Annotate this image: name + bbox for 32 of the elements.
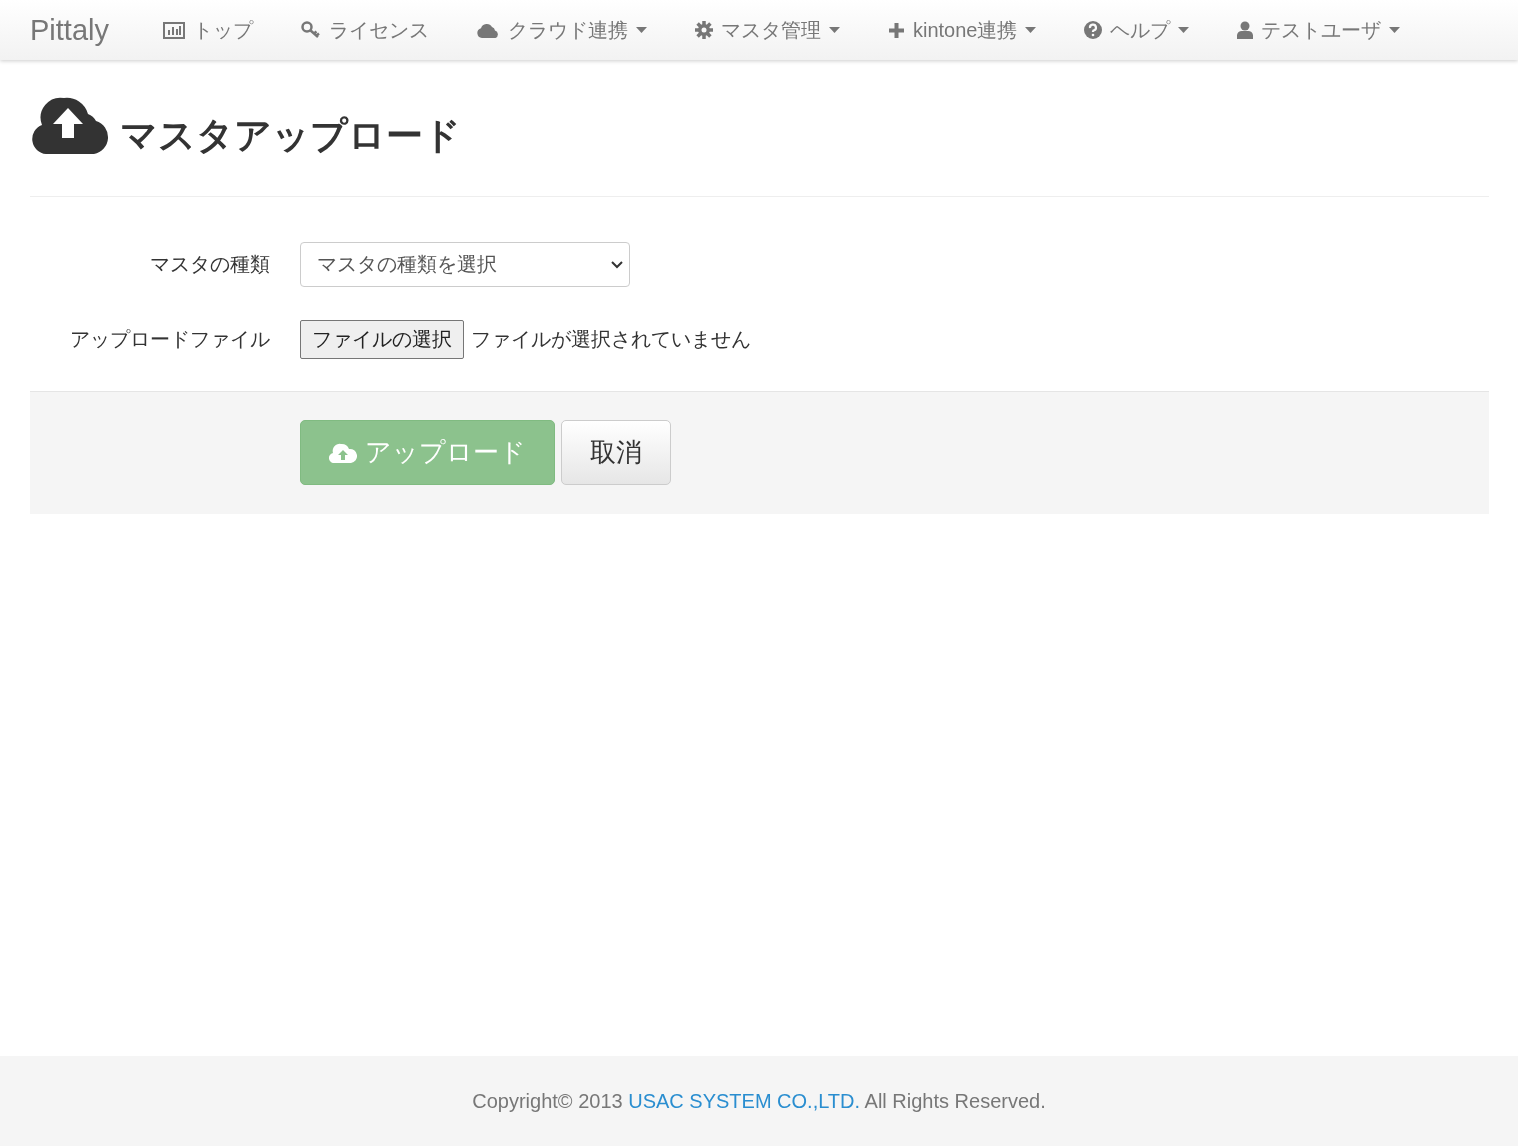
gear-icon: [695, 21, 713, 39]
cloud-icon: [477, 22, 500, 38]
cloud-upload-icon: [30, 96, 110, 156]
nav-menu-item[interactable]: マスタ管理: [695, 16, 840, 44]
nav-menu-item[interactable]: クラウド連携: [477, 16, 647, 44]
caret-icon: [829, 27, 840, 33]
nav-menu-item[interactable]: テストユーザ: [1237, 16, 1401, 44]
cancel-button[interactable]: 取消: [561, 420, 671, 485]
bar-chart-icon: [163, 21, 185, 39]
field-label: マスタの種類: [149, 252, 270, 277]
caret-icon: [636, 27, 647, 33]
caret-icon: [1389, 27, 1401, 33]
nav-menu-item[interactable]: ライセンス: [301, 16, 429, 44]
brand-link[interactable]: Pittaly: [30, 13, 109, 47]
cloud-upload-icon: [329, 442, 357, 463]
field-label: アップロードファイル: [69, 327, 270, 352]
copyright-text: Copyright© 2013 USAC SYSTEM CO.,LTD. All Rights Reserved.: [472, 1089, 1046, 1113]
help-icon: [1084, 21, 1103, 39]
nav-menu-item[interactable]: kintone連携: [888, 16, 1037, 44]
chevron-icon: [611, 260, 623, 269]
choose-file-button[interactable]: ファイルの選択: [300, 320, 464, 359]
nav-menu-item[interactable]: ヘルプ: [1084, 16, 1190, 44]
company-link[interactable]: USAC SYSTEM CO.,LTD.: [628, 1089, 861, 1112]
master-type-select[interactable]: マスタの種類を選択: [300, 242, 630, 287]
page-title: マスタアップロード: [120, 117, 461, 156]
caret-icon: [1025, 27, 1037, 33]
key-icon: [301, 21, 321, 39]
user-icon: [1237, 21, 1254, 39]
file-status-text: ファイルが選択されていません: [471, 327, 751, 352]
plus-icon: [888, 21, 905, 39]
nav-menu-item[interactable]: トップ: [163, 16, 253, 44]
caret-icon: [1178, 27, 1190, 33]
